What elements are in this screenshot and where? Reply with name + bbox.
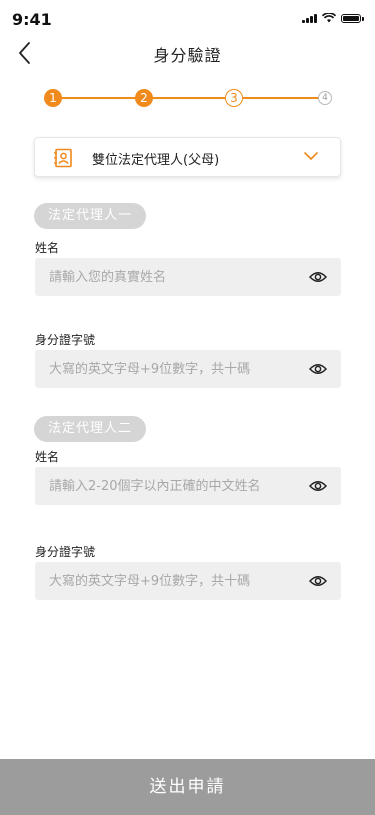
eye-icon[interactable] bbox=[309, 478, 327, 494]
guardian-2-id-input[interactable] bbox=[35, 562, 304, 600]
cellular-signal-icon bbox=[302, 13, 317, 23]
step-connector bbox=[61, 97, 137, 99]
guardian-1-id-label: 身分證字號 bbox=[35, 333, 96, 347]
step-indicator: 1 2 3 4 bbox=[0, 86, 375, 110]
nav-bar: 身分驗證 bbox=[0, 36, 375, 72]
step-4: 4 bbox=[318, 91, 332, 105]
step-3: 3 bbox=[225, 89, 243, 107]
eye-icon[interactable] bbox=[309, 573, 327, 589]
guardian-1-badge: 法定代理人一 bbox=[34, 203, 147, 229]
guardian-2-id-field bbox=[35, 562, 341, 600]
eye-icon[interactable] bbox=[309, 269, 327, 285]
guardian-2-badge: 法定代理人二 bbox=[34, 416, 147, 442]
guardian-2-name-label: 姓名 bbox=[35, 450, 60, 464]
guardian-2-id-label: 身分證字號 bbox=[35, 545, 96, 559]
guardian-1-name-input[interactable] bbox=[35, 258, 304, 296]
guardian-type-value: 雙位法定代理人(父母) bbox=[92, 153, 220, 168]
contact-card-icon bbox=[54, 148, 72, 168]
step-1: 1 bbox=[44, 89, 62, 107]
guardian-1-id-field bbox=[35, 350, 341, 388]
page-title: 身分驗證 bbox=[153, 46, 222, 65]
guardian-type-select[interactable]: 雙位法定代理人(父母) bbox=[34, 137, 341, 177]
status-bar: 9:41 bbox=[0, 0, 375, 36]
submit-button[interactable]: 送出申請 bbox=[0, 759, 375, 815]
wifi-icon bbox=[322, 13, 336, 23]
status-icons bbox=[302, 13, 364, 23]
step-2: 2 bbox=[135, 89, 153, 107]
status-time: 9:41 bbox=[12, 10, 52, 29]
chevron-down-icon bbox=[304, 152, 318, 160]
step-connector bbox=[152, 97, 228, 99]
guardian-1-name-label: 姓名 bbox=[35, 241, 60, 255]
guardian-2-name-field bbox=[35, 467, 341, 505]
guardian-1-name-field bbox=[35, 258, 341, 296]
guardian-2-name-input[interactable] bbox=[35, 467, 304, 505]
battery-icon bbox=[341, 13, 364, 23]
eye-icon[interactable] bbox=[309, 361, 327, 377]
guardian-1-id-input[interactable] bbox=[35, 350, 304, 388]
step-connector bbox=[243, 97, 319, 99]
